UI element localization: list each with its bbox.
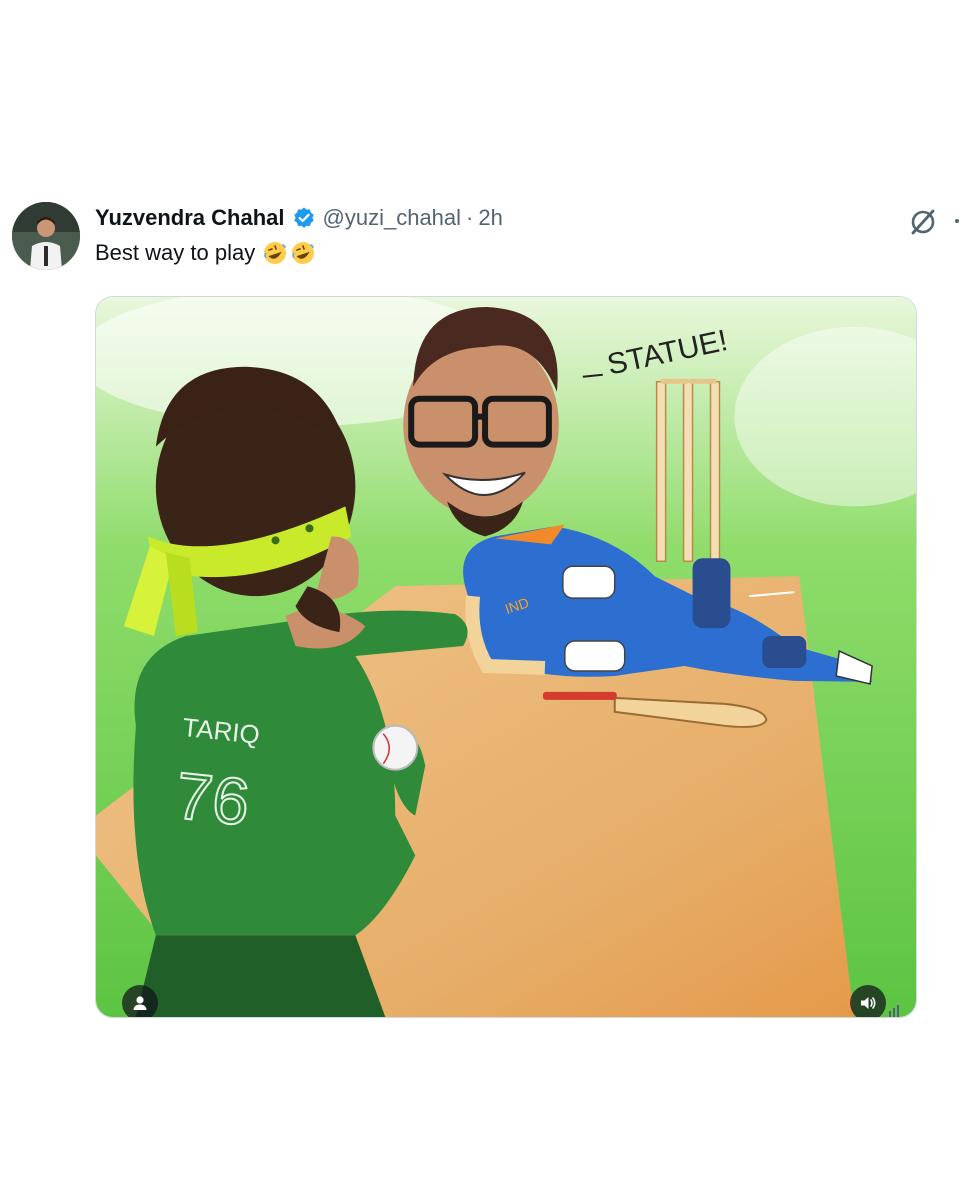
avatar-image [12,202,80,270]
volume-button[interactable] [850,985,886,1017]
author-name[interactable]: Yuzvendra Chahal [95,205,285,231]
jersey-number-text: 76 [172,758,253,839]
volume-icon [861,997,876,1009]
tweet-text: Best way to play [95,240,315,266]
tweet-media[interactable]: STATUE! IND TARIQ 76 [95,296,917,1018]
author-handle[interactable]: @yuzi_chahal [323,205,462,231]
verified-badge-icon [293,207,314,228]
stumps [655,378,721,563]
tag-people-icon [133,996,147,1010]
cartoon-illustration: STATUE! IND TARIQ 76 [96,297,916,1017]
separator-dot: · [466,205,474,230]
timestamp[interactable]: 2h [478,205,502,231]
tweet-header: Yuzvendra Chahal @yuzi_chahal · 2h [95,202,503,234]
rolling-on-floor-laughing-emoji [292,242,315,264]
grok-icon[interactable] [906,203,942,239]
tweet-text-content: Best way to play [95,240,256,265]
signal-bars-icon [889,1005,899,1017]
rolling-on-floor-laughing-emoji [264,242,287,264]
more-icon[interactable] [955,219,959,223]
tag-people-button[interactable] [122,985,158,1017]
author-avatar[interactable] [12,202,80,270]
